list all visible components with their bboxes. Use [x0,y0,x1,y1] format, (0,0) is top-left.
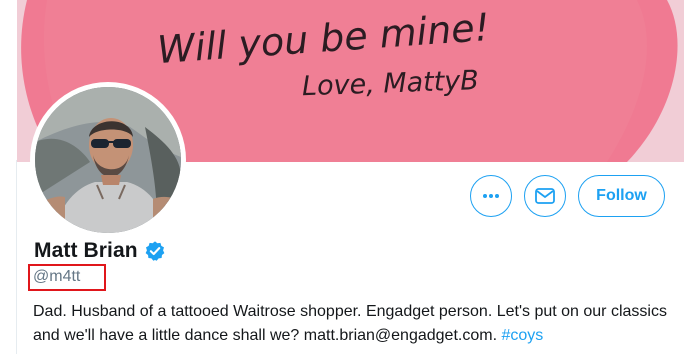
bio-text: Dad. Husband of a tattooed Waitrose shop… [33,303,667,344]
more-dots-icon [483,194,499,198]
follow-button[interactable]: Follow [578,175,665,217]
display-name: Matt Brian [34,239,138,262]
user-handle: @m4tt [33,268,81,285]
more-options-button[interactable] [470,175,512,217]
profile-bio: Dad. Husband of a tattooed Waitrose shop… [33,300,673,348]
name-row: Matt Brian [34,236,166,266]
profile-page: Will you be mine! Love, MattyB Follow Ma… [0,0,684,354]
avatar-frame [30,82,186,238]
avatar[interactable] [35,87,181,233]
banner-note-line2: Love, MattyB [301,65,479,102]
verified-badge-icon [144,240,166,262]
message-button[interactable] [524,175,566,217]
follow-button-label: Follow [596,187,647,204]
avatar-photo [35,87,181,233]
column-border [16,160,17,354]
bio-hashtag-link[interactable]: #coys [501,327,543,344]
envelope-icon [535,188,555,204]
